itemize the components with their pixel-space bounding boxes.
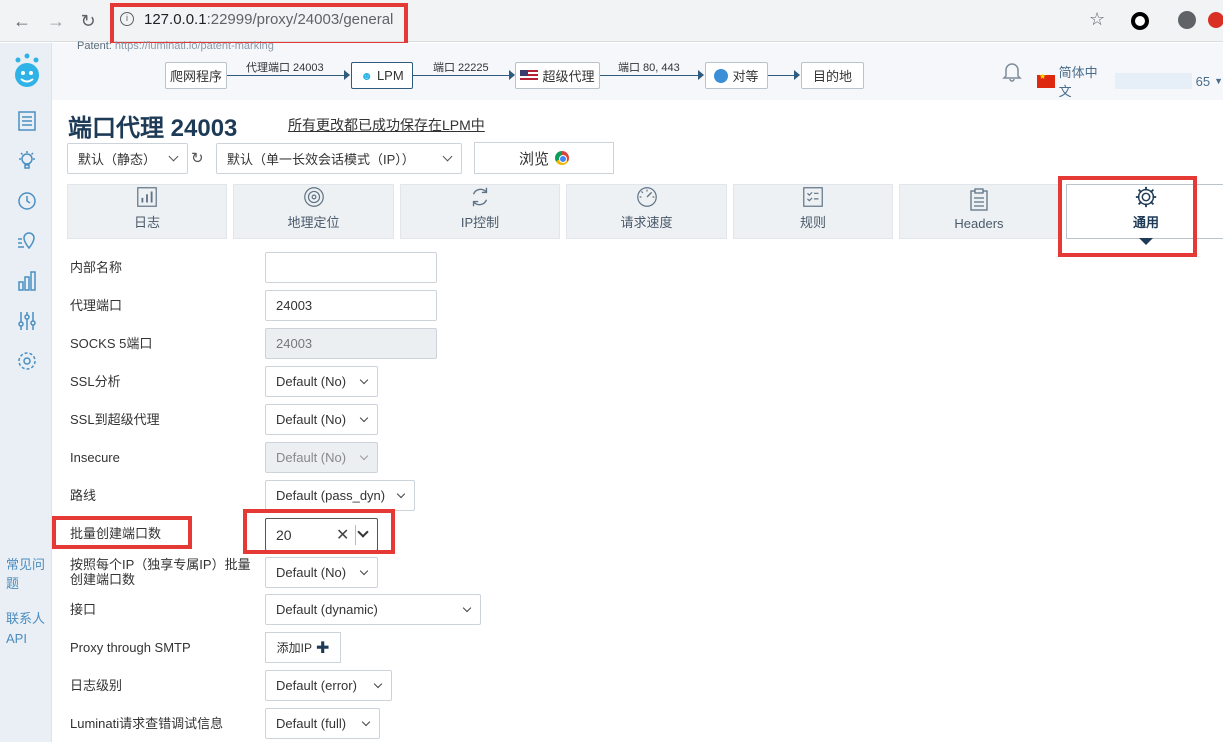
patent-text: Patent: https://luminati.io/patent-marki… — [77, 40, 274, 52]
socks-port-input: 24003 — [265, 328, 437, 359]
tab-headers[interactable]: Headers — [899, 184, 1059, 239]
flow-label-proxy-port: 代理端口 24003 — [246, 62, 324, 74]
ssl-super-proxy-select[interactable]: Default (No) — [265, 404, 378, 435]
proxy-port-input[interactable]: 24003 — [265, 290, 437, 321]
tab-geolocation[interactable]: 地理定位 — [233, 184, 394, 239]
chevron-down-icon: ▼ — [1214, 76, 1223, 86]
insecure-select: Default (No) — [265, 442, 378, 473]
flow-lpm: ☻ LPM — [351, 62, 413, 89]
label-socks-port: SOCKS 5端口 — [70, 336, 153, 351]
chrome-icon — [555, 151, 569, 165]
back-button[interactable]: ← — [10, 9, 34, 33]
label-internal-name: 内部名称 — [70, 260, 123, 275]
saved-message[interactable]: 所有更改都已成功保存在LPM中 — [288, 115, 485, 135]
star-icon[interactable]: ☆ — [1089, 9, 1105, 30]
tab-logs[interactable]: 日志 — [67, 184, 227, 239]
clock-icon[interactable] — [15, 189, 39, 213]
tab-request-speed[interactable]: 请求速度 — [566, 184, 727, 239]
china-flag-icon — [1037, 72, 1055, 88]
sidebar-link-api[interactable]: API — [6, 631, 27, 646]
globe-icon — [714, 68, 729, 83]
internal-name-input[interactable] — [265, 252, 437, 283]
add-ip-button[interactable]: 添加IP ✚ — [265, 632, 341, 663]
refresh-icon — [472, 187, 488, 207]
debug-info-select[interactable]: Default (full) — [265, 708, 380, 739]
label-route: 路线 — [70, 488, 97, 503]
list-icon[interactable] — [15, 109, 39, 133]
settings-icon[interactable] — [15, 349, 39, 373]
checklist-icon — [803, 187, 823, 207]
flow-peer: 对等 — [705, 62, 768, 89]
tab-ip-control[interactable]: IP控制 — [400, 184, 560, 239]
location-icon[interactable] — [15, 229, 39, 253]
multiply-ip-select[interactable]: Default (No) — [265, 557, 378, 588]
preset-select[interactable]: 默认（静态） — [67, 143, 188, 174]
refresh-icon[interactable]: ↻ — [191, 149, 204, 167]
label-debug-info: Luminati请求查错调试信息 — [70, 716, 224, 731]
sidebar-link-contact[interactable]: 联系人 — [6, 608, 45, 627]
highlight-general-tab — [1058, 176, 1197, 257]
highlight-multiply-select — [243, 509, 395, 554]
fingerprint-icon — [303, 187, 324, 207]
extension-icon[interactable] — [1131, 12, 1149, 30]
page-title: 端口代理 24003 — [68, 115, 238, 142]
log-level-select[interactable]: Default (error) — [265, 670, 392, 701]
highlight-multiply-label — [52, 516, 192, 549]
reload-button[interactable]: ↻ — [76, 9, 100, 33]
label-smtp: Proxy through SMTP — [70, 640, 191, 655]
clipboard-icon — [970, 188, 988, 211]
us-flag-icon — [520, 69, 539, 82]
browse-button[interactable]: 浏览 — [474, 142, 614, 174]
bar-chart-icon — [137, 187, 157, 207]
sidebar-link-faq[interactable]: 常见问题 — [6, 554, 51, 592]
profile-icon[interactable] — [1178, 11, 1196, 29]
language-selector[interactable]: 简体中文65 ▼ — [1037, 62, 1223, 100]
label-proxy-port: 代理端口 — [70, 298, 123, 313]
patent-link[interactable]: https://luminati.io/patent-marking — [115, 40, 274, 52]
flow-crawler: 爬网程序 — [165, 62, 227, 89]
speedometer-icon — [636, 187, 657, 207]
tab-rules[interactable]: 规则 — [733, 184, 893, 239]
plus-icon: ✚ — [315, 639, 330, 657]
label-ssl-super-proxy: SSL到超级代理 — [70, 412, 160, 427]
label-multiply-ip: 按照每个IP（独享专属IP）批量创建端口数 — [70, 557, 251, 587]
flow-destination: 目的地 — [801, 62, 864, 89]
bell-icon[interactable] — [1002, 60, 1022, 82]
label-ssl-analysis: SSL分析 — [70, 374, 121, 389]
bulb-icon[interactable] — [15, 149, 39, 173]
logo-icon[interactable] — [12, 51, 42, 91]
session-select[interactable]: 默认（单一长效会话模式（IP）） — [216, 143, 462, 174]
lpm-icon: ☻ — [360, 68, 373, 83]
forward-button[interactable]: → — [44, 9, 68, 33]
flow-label-port-2: 端口 80, 443 — [618, 62, 680, 74]
stop-icon[interactable] — [1208, 12, 1223, 28]
stats-icon[interactable] — [15, 269, 39, 293]
sidebar: 常见问题 联系人 API — [0, 43, 52, 742]
flow-super-proxy: 超级代理 — [515, 62, 600, 89]
flow-label-port-1: 端口 22225 — [433, 62, 489, 74]
interface-select[interactable]: Default (dynamic) — [265, 594, 481, 625]
route-select[interactable]: Default (pass_dyn) — [265, 480, 415, 511]
sliders-icon[interactable] — [15, 309, 39, 333]
label-insecure: Insecure — [70, 450, 120, 465]
label-log-level: 日志级别 — [70, 678, 123, 693]
label-interface: 接口 — [70, 602, 97, 617]
ssl-analysis-select[interactable]: Default (No) — [265, 366, 378, 397]
